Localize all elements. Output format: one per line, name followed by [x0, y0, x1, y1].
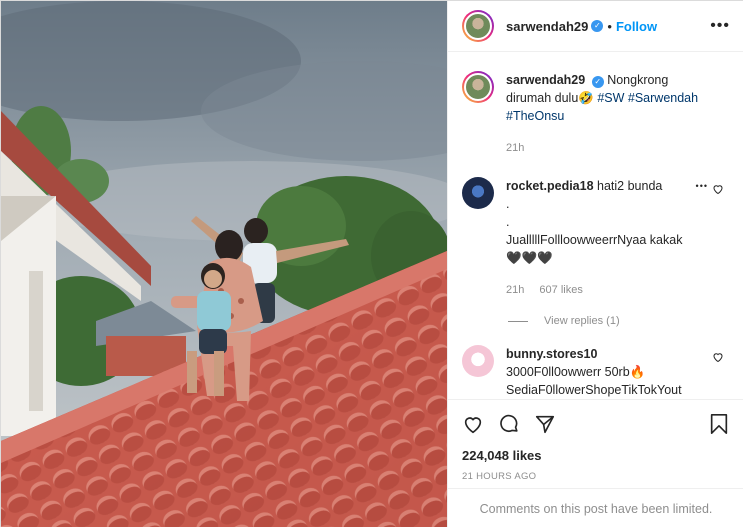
like-count[interactable]: 224,048 likes	[462, 448, 730, 463]
commenter-avatar[interactable]	[462, 177, 494, 209]
post-header: sarwendah29 ✓ • Follow •••	[448, 1, 743, 52]
comment-text-line: 🖤🖤🖤	[506, 251, 553, 265]
comment-body: bunny.stores10 3000F0ll0owwerr 50rb🔥 Sed…	[506, 345, 706, 398]
more-horizontal-icon[interactable]: •••	[710, 17, 730, 35]
post-details-panel: sarwendah29 ✓ • Follow ••• sarwendah29 ✓…	[447, 1, 743, 527]
instagram-post-modal: sarwendah29 ✓ • Follow ••• sarwendah29 ✓…	[0, 0, 743, 527]
comment-icon[interactable]	[498, 413, 520, 435]
more-horizontal-icon[interactable]: •••	[696, 181, 708, 191]
post-actions: 224,048 likes 21 HOURS AGO	[448, 399, 743, 482]
comment-text-line: .	[506, 215, 510, 229]
comment-username[interactable]: rocket.pedia18	[506, 179, 594, 193]
comment-text: hati2 bunda	[597, 179, 663, 193]
verified-badge-icon: ✓	[591, 20, 604, 32]
author-username[interactable]: sarwendah29	[506, 19, 588, 34]
comment-time[interactable]: 21h	[506, 284, 524, 296]
comment-text-line: .	[506, 197, 510, 211]
comment-body: rocket.pedia18 hati2 bunda . . JualllllF…	[506, 177, 706, 299]
view-replies-link[interactable]: View replies (1)	[508, 315, 730, 327]
caption-meta: 21h	[506, 139, 706, 157]
comments-list[interactable]: sarwendah29 ✓ Nongkrong dirumah dulu🤣 #S…	[448, 53, 743, 398]
follow-button[interactable]: Follow	[616, 19, 657, 34]
verified-badge-icon: ✓	[591, 76, 604, 88]
comments-limited-notice: Comments on this post have been limited.	[448, 488, 743, 527]
comment-likes[interactable]: 607 likes	[539, 284, 582, 296]
post-photo[interactable]	[1, 1, 447, 527]
comment: bunny.stores10 3000F0ll0owwerr 50rb🔥 Sed…	[462, 345, 730, 398]
caption-username[interactable]: sarwendah29	[506, 73, 585, 87]
share-icon[interactable]	[534, 413, 556, 435]
caption: sarwendah29 ✓ Nongkrong dirumah dulu🤣 #S…	[462, 71, 730, 157]
like-comment-heart-icon[interactable]	[712, 183, 724, 195]
comment-text-line: SediaF0llowerShopeTikTokYout	[506, 383, 682, 397]
caption-author-avatar[interactable]	[462, 71, 494, 103]
commenter-avatar[interactable]	[462, 345, 494, 377]
post-timestamp[interactable]: 21 HOURS AGO	[462, 471, 730, 482]
separator-dot: •	[607, 18, 612, 34]
heart-icon[interactable]	[462, 413, 484, 435]
author-avatar[interactable]	[462, 10, 494, 42]
comment-meta: 21h 607 likes	[506, 281, 706, 299]
rooftop-family-photo	[1, 1, 447, 527]
comment-username[interactable]: bunny.stores10	[506, 347, 597, 361]
bookmark-icon[interactable]	[708, 413, 730, 435]
like-comment-heart-icon[interactable]	[712, 351, 724, 363]
caption-body: sarwendah29 ✓ Nongkrong dirumah dulu🤣 #S…	[506, 71, 706, 157]
comment-text-line: JualllllFollloowweerrNyaa kakak	[506, 233, 683, 247]
action-icons	[462, 412, 730, 436]
caption-time[interactable]: 21h	[506, 142, 524, 154]
comment-text-line: 3000F0ll0owwerr 50rb🔥	[506, 365, 646, 379]
view-replies-label[interactable]: View replies (1)	[544, 315, 620, 327]
view-replies-divider	[508, 320, 528, 322]
comment: rocket.pedia18 hati2 bunda . . JualllllF…	[462, 177, 730, 299]
